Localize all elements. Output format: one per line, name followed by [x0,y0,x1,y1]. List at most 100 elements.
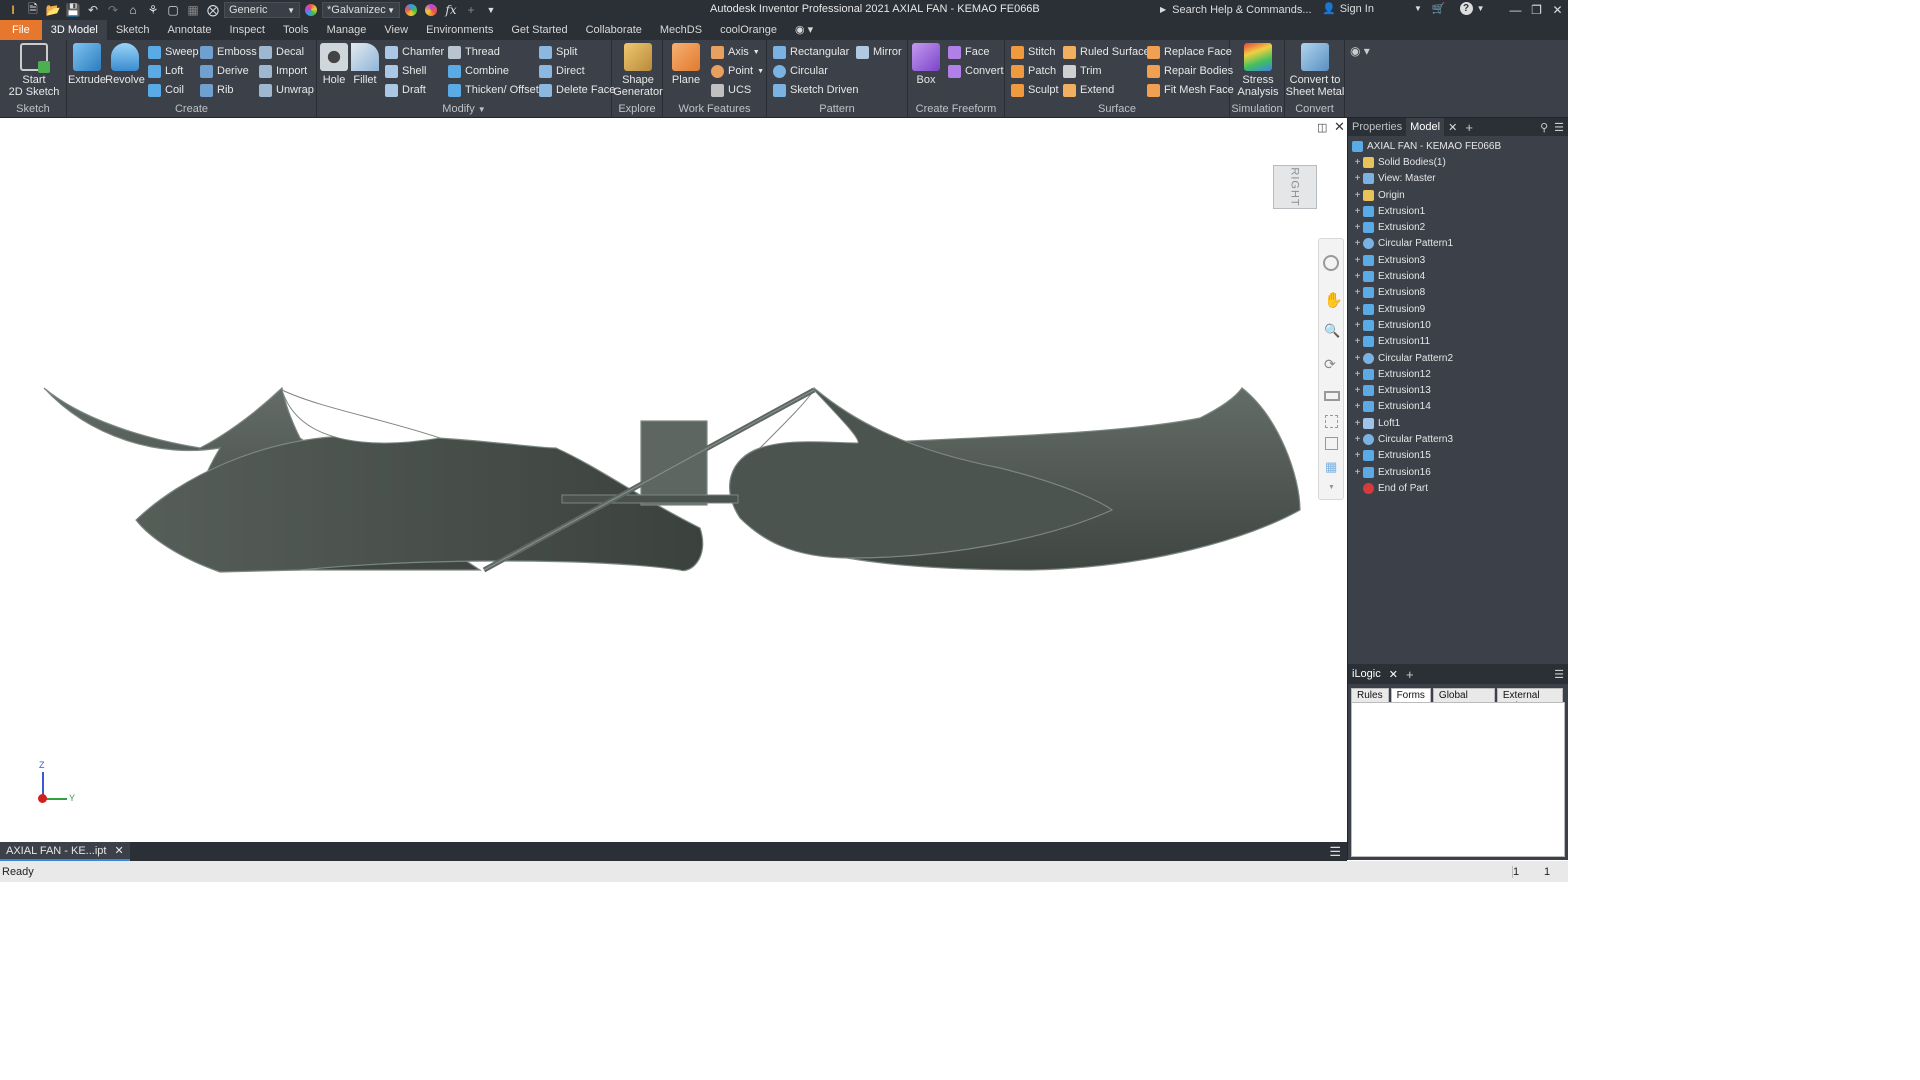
shape-generator-button[interactable]: Shape Generator [613,43,663,98]
expand-icon[interactable]: + [1352,238,1363,249]
menu-icon[interactable]: ☰ [1554,121,1564,134]
panel-label-modify[interactable]: Modify ▼ [317,103,611,115]
search-icon[interactable]: ⚲ [1540,121,1548,134]
close-ilogic-icon[interactable]: ✕ [1389,668,1398,681]
chamfer-button[interactable]: Chamfer [385,43,444,61]
convert-to-sheet-metal-button[interactable]: Convert to Sheet Metal [1286,43,1344,98]
tab-manage[interactable]: Manage [318,20,376,40]
minimize-icon[interactable]: — [1505,0,1526,20]
expand-icon[interactable]: + [1352,206,1363,217]
sign-in-button[interactable]: 👤 Sign In ▼ 🛒 ? ▼ [1322,2,1485,15]
close-icon[interactable]: ✕ [1547,0,1568,20]
rib-button[interactable]: Rib [200,81,234,99]
stitch-button[interactable]: Stitch [1011,43,1056,61]
tab-3d-model[interactable]: 3D Model [41,20,107,40]
expand-icon[interactable]: + [1352,255,1363,266]
direct-button[interactable]: Direct [539,62,585,80]
tree-node[interactable]: + Origin [1348,187,1568,203]
decal-button[interactable]: Decal [259,43,304,61]
expand-icon[interactable]: + [1352,287,1363,298]
fit-mesh-face-button[interactable]: Fit Mesh Face [1147,81,1234,99]
combine-button[interactable]: Combine [448,62,509,80]
expand-icon[interactable]: + [1352,157,1363,168]
revolve-button[interactable]: Revolve [105,43,145,86]
extrude-button[interactable]: Extrude [68,43,106,86]
material-select[interactable]: Generic ▼ [224,2,300,18]
view-face-icon[interactable]: ▦ [1325,459,1337,475]
patch-button[interactable]: Patch [1011,62,1056,80]
home-icon[interactable]: ⌂ [124,1,142,19]
expand-icon[interactable]: + [1352,304,1363,315]
help-icon[interactable]: ? [1459,2,1473,15]
pan-icon[interactable]: ✋ [1324,291,1343,309]
point-button[interactable]: Point ▼ [711,62,764,80]
inventor-logo-icon[interactable]: I [4,1,22,19]
tab-coolorange[interactable]: coolOrange [711,20,786,40]
expand-icon[interactable]: + [1352,222,1363,233]
tree-node[interactable]: + Circular Pattern3 [1348,431,1568,447]
tree-node[interactable]: + Extrusion2 [1348,219,1568,235]
redo-icon[interactable]: ↷ [104,1,122,19]
orbit-icon[interactable]: ⟳ [1324,356,1336,373]
thicken-offset-button[interactable]: Thicken/ Offset [448,81,539,99]
axis-button[interactable]: Axis ▼ [711,43,760,61]
delete-face-button[interactable]: Delete Face [539,81,615,99]
axial-fan-model[interactable] [0,118,1347,842]
replace-face-button[interactable]: Replace Face [1147,43,1232,61]
ilogic-title[interactable]: iLogic [1348,668,1385,680]
document-menu-icon[interactable]: ☰ [1329,844,1341,860]
tree-node[interactable]: + Extrusion8 [1348,285,1568,301]
face-button[interactable]: Face [948,43,989,61]
split-button[interactable]: Split [539,43,577,61]
help-search-input[interactable]: ▶ Search Help & Commands... [1160,1,1316,18]
emboss-button[interactable]: Emboss [200,43,257,61]
restore-icon[interactable]: ❐ [1526,0,1547,20]
save-icon[interactable]: 💾 [64,1,82,19]
tree-node[interactable]: + Extrusion11 [1348,334,1568,350]
tab-sketch[interactable]: Sketch [107,20,159,40]
tab-tools[interactable]: Tools [274,20,318,40]
tree-node[interactable]: End of Part [1348,480,1568,496]
tree-node[interactable]: + Loft1 [1348,415,1568,431]
expand-icon[interactable]: + [1352,173,1363,184]
tree-node[interactable]: + Extrusion4 [1348,268,1568,284]
update-icon[interactable]: ▦ [184,1,202,19]
steering-wheel-icon[interactable] [1323,255,1339,271]
tab-annotate[interactable]: Annotate [158,20,220,40]
tree-node[interactable]: + Extrusion3 [1348,252,1568,268]
tab-get-started[interactable]: Get Started [502,20,576,40]
fx-parameters-icon[interactable]: fx [442,1,460,19]
expand-icon[interactable]: + [1352,401,1363,412]
navbar-chevron-down-icon[interactable]: ▼ [1328,484,1335,491]
tree-node[interactable]: + Extrusion9 [1348,301,1568,317]
look-at-icon[interactable] [1324,391,1340,401]
plus-icon[interactable]: + [462,1,480,19]
thread-button[interactable]: Thread [448,43,500,61]
start-2d-sketch-button[interactable]: Start 2D Sketch [8,43,60,98]
expand-icon[interactable]: + [1352,450,1363,461]
adjust-appearance-icon[interactable] [402,1,420,19]
import-button[interactable]: Import [259,62,307,80]
expand-icon[interactable]: + [1352,434,1363,445]
extend-button[interactable]: Extend [1063,81,1114,99]
expand-icon[interactable]: + [1352,336,1363,347]
sweep-button[interactable]: Sweep [148,43,199,61]
tab-environments[interactable]: Environments [417,20,502,40]
close-tab-icon[interactable]: ✕ [1448,121,1457,134]
cart-icon[interactable]: 🛒 [1432,2,1446,15]
menu-icon[interactable]: ☰ [1554,668,1564,681]
tree-node[interactable]: + Extrusion12 [1348,366,1568,382]
tree-node[interactable]: + Extrusion10 [1348,317,1568,333]
tree-node[interactable]: + Extrusion1 [1348,203,1568,219]
tree-node[interactable]: + Extrusion15 [1348,448,1568,464]
zoom-window-icon[interactable] [1325,437,1338,450]
tree-node[interactable]: + Extrusion14 [1348,399,1568,415]
measure-icon[interactable]: ⚘ [144,1,162,19]
convert-button[interactable]: Convert [948,62,1004,80]
sculpt-button[interactable]: Sculpt [1011,81,1059,99]
tree-node[interactable]: + Extrusion16 [1348,464,1568,480]
expand-icon[interactable]: + [1352,271,1363,282]
tree-node[interactable]: + Extrusion13 [1348,382,1568,398]
repair-bodies-button[interactable]: Repair Bodies [1147,62,1233,80]
circular-pattern-button[interactable]: Circular [773,62,828,80]
